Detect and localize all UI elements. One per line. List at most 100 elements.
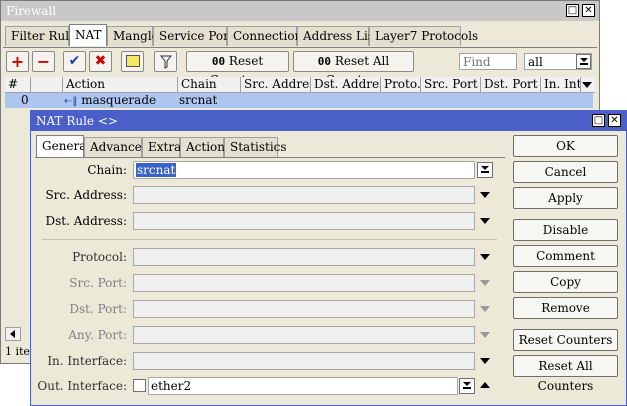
row-action: ⇠‖ masquerade (64, 93, 156, 108)
chain-value: srcnat (136, 163, 177, 177)
column-menu-icon[interactable] (582, 82, 592, 88)
apply-button[interactable]: Apply (513, 187, 618, 209)
close-icon[interactable]: ✕ (582, 4, 595, 17)
row-num: 0 (21, 93, 29, 107)
disable-button[interactable]: ✖ (89, 51, 112, 72)
reset-all-counters-button[interactable]: 00 Reset All Counters (293, 51, 414, 87)
reset-all-counters-button[interactable]: Reset All Counters (513, 355, 618, 393)
row-action-label: masquerade (81, 93, 157, 107)
in-interface-label: In. Interface: (47, 354, 127, 368)
tabs-baseline (3, 47, 597, 48)
column-header-flags[interactable] (31, 77, 63, 93)
out-interface-label: Out. Interface: (37, 379, 127, 393)
x-icon: ✖ (94, 53, 107, 69)
column-header-src-port[interactable]: Src. Port (421, 77, 481, 93)
src-address-expand-icon[interactable] (480, 192, 490, 198)
tab-extra[interactable]: Extra (142, 137, 181, 157)
column-header-src-address[interactable]: Src. Address (241, 77, 311, 93)
ok-button[interactable]: OK (513, 135, 618, 157)
filter-select-value: all (528, 55, 543, 69)
tab-connections[interactable]: Connections (227, 26, 308, 46)
plus-icon: + (10, 52, 25, 71)
filter-select[interactable]: all (524, 53, 592, 70)
protocol-label: Protocol: (72, 250, 127, 264)
tab-address-lists[interactable]: Address Lists (297, 26, 385, 46)
tab-service-ports[interactable]: Service Ports (153, 26, 240, 46)
out-interface-dropdown-icon[interactable] (459, 378, 475, 394)
any-port-field (133, 326, 475, 344)
counter-icon: 00 (317, 55, 332, 68)
any-port-expand-icon (480, 332, 490, 338)
remove-button[interactable]: Remove (513, 297, 618, 319)
nat-rule-titlebar[interactable]: NAT Rule <> □ ✕ (31, 111, 626, 131)
src-port-expand-icon (480, 280, 490, 286)
src-port-label: Src. Port: (69, 276, 127, 290)
tab-statistics[interactable]: Statistics (224, 137, 287, 157)
firewall-title: Firewall (6, 4, 57, 18)
chain-field[interactable]: srcnat (133, 161, 475, 179)
add-button[interactable]: + (6, 51, 29, 72)
tab-nat[interactable]: NAT (69, 24, 107, 46)
comment-button[interactable]: Comment (513, 245, 618, 267)
firewall-tabs: Filter Rules NAT Mangle Service Ports Co… (5, 24, 565, 48)
comment-button[interactable] (121, 51, 144, 72)
protocol-expand-icon[interactable] (480, 254, 490, 260)
masquerade-icon: ⇠‖ (64, 96, 78, 107)
column-header-action[interactable]: Action (63, 77, 178, 93)
dst-address-label: Dst. Address: (45, 214, 127, 228)
tab-action[interactable]: Action (180, 137, 225, 157)
reset-counters-button[interactable]: 00 Reset Counters (186, 51, 289, 87)
chain-label: Chain: (87, 163, 127, 177)
tab-filter-rules[interactable]: Filter Rules (5, 26, 82, 46)
nat-rule-title: NAT Rule <> (36, 114, 118, 128)
column-header-dst-port[interactable]: Dst. Port (481, 77, 541, 93)
column-header-chain[interactable]: Chain (178, 77, 241, 93)
dst-port-field (133, 300, 475, 318)
dst-port-label: Dst. Port: (69, 302, 127, 316)
any-port-label: Any. Port: (68, 328, 127, 342)
maximize-icon[interactable]: □ (566, 4, 579, 17)
maximize-icon[interactable]: □ (592, 114, 605, 127)
in-interface-field[interactable] (133, 352, 475, 370)
section-divider (42, 239, 497, 240)
enable-button[interactable]: ✔ (63, 51, 86, 72)
column-header-in-interface[interactable]: In. Inte (541, 77, 581, 93)
counter-icon: 00 (211, 55, 226, 68)
row-chain: srcnat (179, 93, 218, 107)
table-row[interactable]: 0 ⇠‖ masquerade srcnat (5, 93, 593, 108)
column-header-num[interactable]: # (5, 77, 31, 93)
src-address-label: Src. Address: (45, 188, 127, 202)
column-header-dst-address[interactable]: Dst. Address (311, 77, 381, 93)
find-input[interactable] (459, 53, 517, 70)
out-interface-collapse-icon[interactable] (480, 382, 490, 388)
protocol-field[interactable] (133, 248, 475, 266)
cancel-button[interactable]: Cancel (513, 161, 618, 183)
in-interface-expand-icon[interactable] (480, 358, 490, 364)
tab-mangle[interactable]: Mangle (107, 26, 159, 46)
filter-button[interactable] (154, 51, 177, 72)
out-interface-field[interactable]: ether2 (148, 377, 458, 395)
column-header-protocol[interactable]: Proto... (381, 77, 421, 93)
note-icon (125, 55, 140, 67)
dst-address-field[interactable] (133, 212, 475, 230)
remove-button[interactable]: − (32, 51, 55, 72)
chain-dropdown-icon[interactable] (477, 162, 493, 178)
out-interface-invert-checkbox[interactable] (133, 379, 146, 392)
dropdown-icon[interactable] (576, 54, 591, 69)
firewall-titlebar[interactable]: Firewall □ ✕ (1, 1, 599, 21)
tabs-baseline (35, 157, 505, 158)
out-interface-value: ether2 (151, 379, 192, 393)
copy-button[interactable]: Copy (513, 271, 618, 293)
src-port-field (133, 274, 475, 292)
close-icon[interactable]: ✕ (608, 114, 621, 127)
dst-port-expand-icon (480, 306, 490, 312)
reset-counters-button[interactable]: Reset Counters (513, 329, 618, 351)
disable-button[interactable]: Disable (513, 219, 618, 241)
rules-table-header: # Action Chain Src. Address Dst. Address… (5, 77, 595, 93)
tab-layer7-protocols[interactable]: Layer7 Protocols (369, 26, 478, 46)
tab-general[interactable]: General (36, 135, 90, 157)
nat-rule-tabs: General Advanced Extra Action Statistics (36, 135, 336, 159)
dst-address-expand-icon[interactable] (480, 218, 490, 224)
src-address-field[interactable] (133, 186, 475, 204)
tab-advanced[interactable]: Advanced (84, 137, 150, 157)
